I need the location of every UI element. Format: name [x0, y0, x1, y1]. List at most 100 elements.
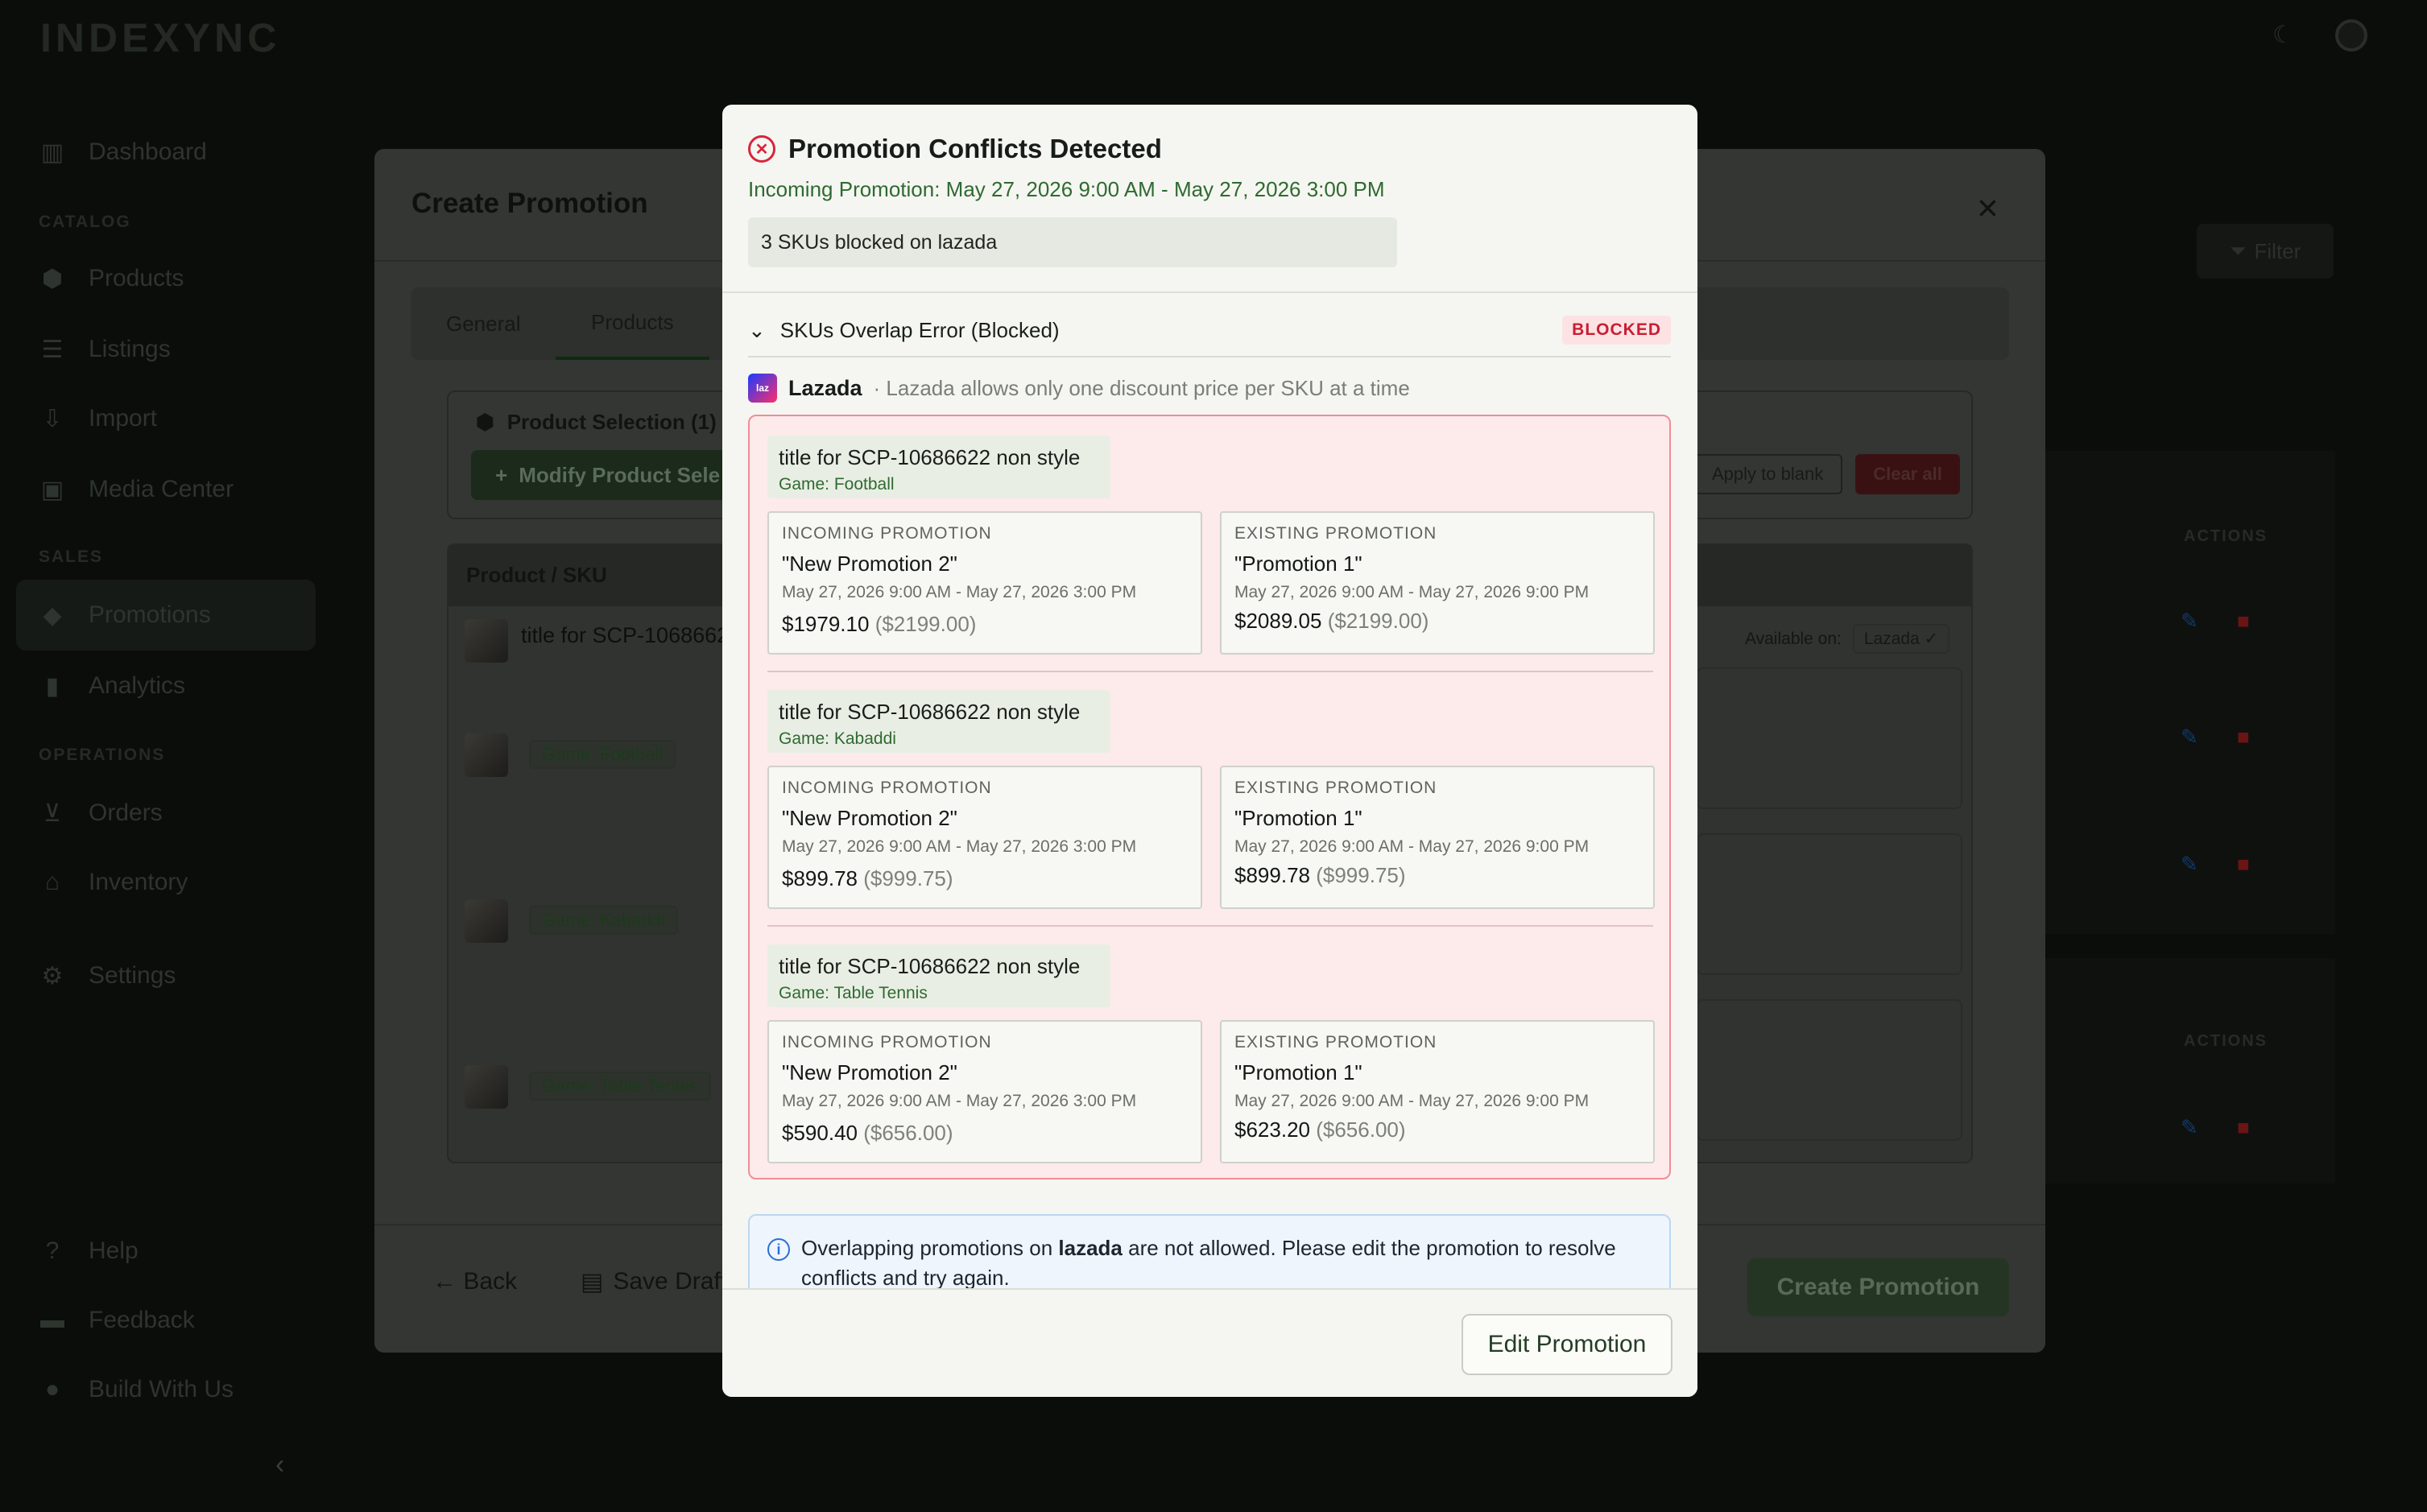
dialog-title-text: Promotion Conflicts Detected	[788, 134, 1162, 163]
delete-icon[interactable]: ■	[2237, 725, 2250, 750]
existing-promotion-card: EXISTING PROMOTION "Promotion 1" May 27,…	[1220, 766, 1655, 909]
gear-icon: ⚙	[41, 962, 64, 989]
platform-name: Lazada	[788, 375, 862, 400]
product-row-title: title for SCP-1068662	[521, 623, 730, 647]
variant-thumbnail	[465, 899, 508, 943]
tab-general[interactable]: General	[446, 287, 521, 360]
sidebar-item-import[interactable]: ⇩ Import	[37, 399, 157, 438]
card-label: INCOMING PROMOTION	[782, 1033, 992, 1051]
nav-section-operations: OPERATIONS	[39, 746, 166, 764]
sidebar-item-inventory[interactable]: ⌂ Inventory	[37, 863, 188, 902]
sku-title: title for SCP-10686622 non style	[779, 954, 1081, 978]
price-value: $899.78	[782, 866, 858, 890]
background-table-panel	[2045, 958, 2335, 1184]
incoming-promotion-range: Incoming Promotion: May 27, 2026 9:00 AM…	[748, 177, 1385, 201]
sidebar-item-promotions[interactable]: ◆ Promotions	[37, 596, 210, 634]
sidebar-item-build-with-us[interactable]: ● Build With Us	[37, 1370, 234, 1409]
incoming-promotion-card: INCOMING PROMOTION "New Promotion 2" May…	[767, 511, 1202, 655]
sidebar-item-label: Settings	[89, 962, 176, 989]
save-draft-button[interactable]: ▤ Save Draft	[581, 1268, 727, 1296]
sidebar-item-media-center[interactable]: ▣ Media Center	[37, 470, 234, 509]
sidebar-item-orders[interactable]: ⊻ Orders	[37, 794, 163, 832]
variant-tag: Game: Football	[529, 740, 676, 769]
promotion-name: "New Promotion 2"	[782, 1060, 957, 1084]
divider	[722, 291, 1697, 293]
collapse-sidebar-icon[interactable]: ‹	[275, 1449, 284, 1481]
modify-product-selection-button[interactable]: + Modify Product Sele	[471, 450, 737, 500]
sidebar-item-dashboard[interactable]: ▥ Dashboard	[37, 133, 207, 171]
sidebar-item-label: Orders	[89, 799, 163, 826]
promotion-dates: May 27, 2026 9:00 AM - May 27, 2026 9:00…	[1234, 837, 1590, 856]
sidebar-item-label: Dashboard	[89, 138, 207, 165]
delete-icon[interactable]: ■	[2237, 1115, 2250, 1140]
cart-icon: ⊻	[43, 799, 61, 827]
group-divider	[767, 671, 1653, 672]
original-price: ($656.00)	[863, 1121, 953, 1145]
arrow-left-icon: ←	[432, 1268, 457, 1295]
conflict-sku-title: title for SCP-10686622 non style Game: T…	[767, 944, 1110, 1007]
chart-icon: ▥	[40, 138, 64, 166]
sidebar-item-listings[interactable]: ☰ Listings	[37, 330, 171, 369]
document-icon: ▤	[581, 1269, 604, 1295]
overlap-section-header[interactable]: ⌄ SKUs Overlap Error (Blocked) BLOCKED	[748, 316, 1671, 345]
error-icon: ✕	[748, 135, 775, 163]
import-icon: ⇩	[42, 405, 63, 432]
edit-promotion-button[interactable]: Edit Promotion	[1462, 1314, 1672, 1375]
filter-icon: ⏷	[2229, 238, 2247, 262]
sidebar-item-settings[interactable]: ⚙ Settings	[37, 956, 176, 995]
filter-button[interactable]: ⏷ Filter	[2197, 224, 2334, 279]
info-text-pre: Overlapping promotions on	[801, 1236, 1059, 1260]
user-avatar-icon[interactable]	[2335, 19, 2367, 52]
variant-price-box	[1697, 999, 1962, 1141]
incoming-promotion-card: INCOMING PROMOTION "New Promotion 2" May…	[767, 766, 1202, 909]
price-value: $590.40	[782, 1121, 858, 1145]
theme-toggle-icon[interactable]: ☾	[2272, 21, 2305, 53]
product-selection-label: Product Selection (1)	[506, 410, 717, 434]
conflict-sku-title: title for SCP-10686622 non style Game: F…	[767, 436, 1110, 498]
promotion-name: "New Promotion 2"	[782, 806, 957, 830]
sidebar-item-analytics[interactable]: ▮ Analytics	[37, 667, 185, 705]
promotion-dates: May 27, 2026 9:00 AM - May 27, 2026 3:00…	[782, 1092, 1137, 1110]
sidebar-item-products[interactable]: ⬢ Products	[37, 259, 184, 298]
sku-variant: Game: Kabaddi	[779, 729, 896, 748]
platform-row: laz Lazada · Lazada allows only one disc…	[748, 374, 1410, 403]
nav-section-sales: SALES	[39, 547, 104, 566]
dialog-title: ✕ Promotion Conflicts Detected	[748, 134, 1162, 164]
analytics-icon: ▮	[45, 672, 60, 700]
promotion-name: "New Promotion 2"	[782, 552, 957, 576]
edit-icon[interactable]: ✎	[2181, 1115, 2198, 1140]
promotion-price: $623.20 ($656.00)	[1234, 1117, 1640, 1142]
back-button[interactable]: ← Back	[432, 1268, 517, 1295]
sidebar-item-label: Help	[89, 1237, 139, 1264]
chat-icon: ▬	[40, 1307, 64, 1333]
app-logo: INDEXYNC	[40, 15, 281, 60]
variant-price-box	[1697, 833, 1962, 975]
available-on-label: Available on:	[1745, 629, 1842, 648]
tab-products[interactable]: Products	[556, 287, 709, 360]
create-promotion-button[interactable]: Create Promotion	[1747, 1258, 2009, 1316]
delete-icon[interactable]: ■	[2237, 852, 2250, 877]
sidebar-item-feedback[interactable]: ▬ Feedback	[37, 1301, 195, 1340]
product-thumbnail	[465, 619, 508, 663]
apply-to-blank-button[interactable]: Apply to blank	[1693, 454, 1843, 494]
modify-button-label: Modify Product Sele	[519, 462, 721, 487]
delete-icon[interactable]: ■	[2237, 609, 2250, 634]
back-label: Back	[463, 1268, 518, 1295]
dialog-footer: Edit Promotion	[722, 1288, 1697, 1397]
edit-icon[interactable]: ✎	[2181, 609, 2198, 634]
variant-thumbnail	[465, 1065, 508, 1109]
sidebar-item-label: Listings	[89, 336, 171, 362]
edit-icon[interactable]: ✎	[2181, 852, 2198, 877]
promotion-name: "Promotion 1"	[1234, 1060, 1362, 1084]
clear-all-button[interactable]: Clear all	[1855, 454, 1960, 494]
original-price: ($999.75)	[1316, 863, 1406, 887]
status-badge: BLOCKED	[1562, 316, 1671, 345]
sidebar-item-label: Products	[89, 265, 184, 291]
edit-icon[interactable]: ✎	[2181, 725, 2198, 750]
actions-column-header: ACTIONS	[2184, 527, 2268, 545]
actions-column-header: ACTIONS	[2184, 1032, 2268, 1050]
close-icon[interactable]: ×	[1977, 186, 1999, 229]
sidebar-item-help[interactable]: ? Help	[37, 1232, 139, 1270]
available-on: Available on: Lazada ✓	[1745, 624, 1950, 654]
nav-section-catalog: CATALOG	[39, 213, 131, 231]
